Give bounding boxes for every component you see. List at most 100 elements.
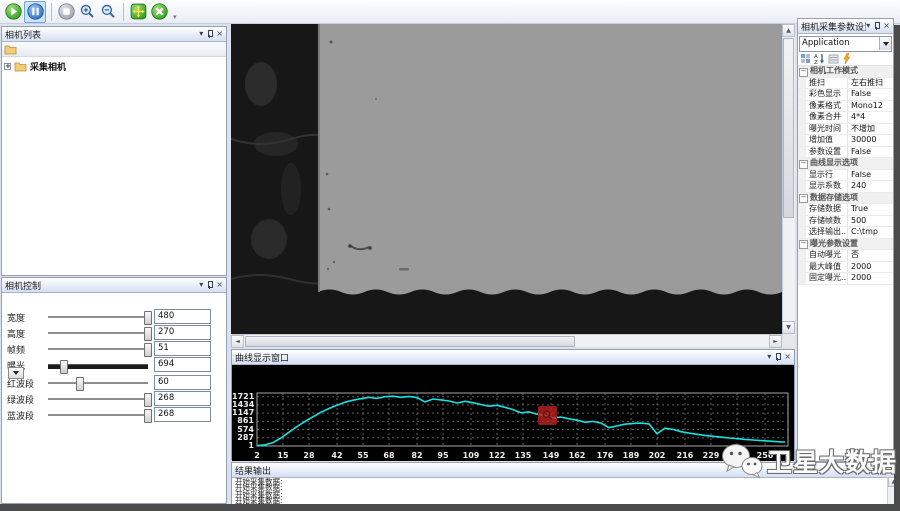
slider-thumb[interactable] — [144, 343, 152, 357]
horizontal-scrollbar[interactable]: ◄ ► — [231, 334, 782, 347]
tree-item-capture-camera[interactable]: + 采集相机 — [4, 60, 226, 73]
chevron-down-icon[interactable]: ▾ — [872, 466, 876, 474]
slider-track[interactable] — [48, 348, 148, 351]
property-value[interactable]: 左右推扫 — [848, 78, 893, 89]
pin-icon[interactable] — [880, 466, 885, 474]
chevron-down-icon[interactable]: ▾ — [199, 281, 203, 289]
close-button[interactable] — [149, 2, 169, 22]
property-pages-icon[interactable] — [828, 53, 839, 64]
close-panel-icon[interactable]: × — [883, 22, 890, 30]
sort-alphabetical-icon[interactable]: A Z — [814, 53, 825, 64]
property-category[interactable]: −数据存储选项 — [798, 193, 893, 205]
vertical-scrollbar[interactable]: ▲ ▼ — [782, 24, 795, 334]
collapse-icon[interactable]: − — [799, 194, 808, 203]
zoom-in-button[interactable] — [77, 2, 97, 22]
zoom-out-button[interactable] — [98, 2, 118, 22]
slider-track[interactable] — [48, 364, 148, 370]
property-row[interactable]: 彩色显示False — [798, 89, 893, 101]
property-value[interactable]: 240 — [848, 181, 893, 192]
slider-thumb[interactable] — [144, 393, 152, 407]
slider-value[interactable]: 270 — [154, 325, 211, 340]
slider-track[interactable] — [48, 316, 148, 319]
property-row[interactable]: 推扫左右推扫 — [798, 78, 893, 90]
slider-thumb[interactable] — [76, 377, 84, 391]
property-value[interactable]: True — [848, 204, 893, 215]
property-row[interactable]: 存储帧数500 — [798, 216, 893, 228]
property-row[interactable]: 参数设置False — [798, 147, 893, 159]
property-value[interactable]: 30000 — [848, 135, 893, 146]
property-category[interactable]: −曲线显示选项 — [798, 158, 893, 170]
red-magnifier-cursor[interactable] — [538, 406, 557, 425]
property-category[interactable]: −相机工作模式 — [798, 66, 893, 78]
play-button[interactable] — [3, 2, 23, 22]
expander-icon[interactable]: + — [4, 63, 11, 70]
combo-dropdown-button[interactable] — [879, 37, 891, 50]
chevron-down-icon[interactable]: ▾ — [866, 22, 870, 30]
slider-value[interactable]: 268 — [154, 391, 211, 406]
close-panel-icon[interactable]: × — [216, 281, 223, 289]
slider-value[interactable]: 268 — [154, 407, 211, 422]
pin-icon[interactable] — [874, 22, 879, 30]
slider-track[interactable] — [48, 398, 148, 401]
pause-button[interactable] — [24, 1, 46, 23]
property-value[interactable]: 4*4 — [848, 112, 893, 123]
property-row[interactable]: 存储数据True — [798, 204, 893, 216]
scroll-left-icon[interactable]: ◄ — [231, 335, 244, 348]
property-row[interactable]: 自动曝光否 — [798, 250, 893, 262]
slider-value[interactable]: 60 — [154, 375, 211, 390]
categorize-icon[interactable] — [800, 53, 811, 64]
slider-thumb[interactable] — [144, 311, 152, 325]
pin-icon[interactable] — [775, 353, 780, 361]
slider-track[interactable] — [48, 332, 148, 335]
curve-chart[interactable]: 1721143411478615742871215284255688295109… — [232, 365, 794, 461]
camera-image[interactable] — [231, 24, 782, 334]
chevron-down-icon[interactable]: ▾ — [767, 353, 771, 361]
property-row[interactable]: 像素合并4*4 — [798, 112, 893, 124]
property-value[interactable]: 2000 — [848, 262, 893, 273]
fit-view-button[interactable] — [128, 2, 148, 22]
property-value[interactable]: 不增加 — [848, 124, 893, 135]
pin-icon[interactable] — [207, 281, 212, 289]
property-row[interactable]: 像素格式Mono12 — [798, 101, 893, 113]
slider-track[interactable] — [48, 382, 148, 385]
property-value[interactable]: False — [848, 89, 893, 100]
property-value[interactable]: Mono12 — [848, 101, 893, 112]
collapse-icon[interactable]: − — [799, 160, 808, 169]
component-selector[interactable]: Application — [799, 36, 892, 52]
scroll-right-icon[interactable]: ► — [769, 335, 782, 348]
toolbar-overflow-icon[interactable]: ▾ — [173, 13, 177, 23]
property-value[interactable]: 500 — [848, 216, 893, 227]
property-value[interactable]: False — [848, 170, 893, 181]
collapse-icon[interactable]: − — [799, 68, 808, 77]
events-lightning-icon[interactable] — [842, 53, 852, 64]
slider-track[interactable] — [48, 414, 148, 417]
hscroll-thumb[interactable] — [245, 336, 575, 347]
property-value[interactable]: C:\tmp — [848, 227, 893, 238]
property-row[interactable]: 最大峰值2000 — [798, 262, 893, 274]
property-row[interactable]: 显示行False — [798, 170, 893, 182]
close-panel-icon[interactable]: × — [216, 30, 223, 38]
property-value[interactable]: 否 — [848, 250, 893, 261]
slider-value[interactable]: 51 — [154, 341, 211, 356]
property-row[interactable]: 固定曝光...2000 — [798, 273, 893, 285]
property-row[interactable]: 选择输出...C:\tmp — [798, 227, 893, 239]
folder-icon[interactable] — [4, 44, 17, 55]
property-category[interactable]: −曝光参数设置 — [798, 239, 893, 251]
vscroll-thumb[interactable] — [783, 38, 794, 218]
scroll-up-icon[interactable]: ▲ — [782, 24, 795, 37]
property-value[interactable]: 2000 — [848, 273, 893, 284]
scroll-down-icon[interactable]: ▼ — [782, 321, 795, 334]
chevron-down-icon[interactable]: ▾ — [199, 30, 203, 38]
slider-value[interactable]: 480 — [154, 309, 211, 324]
property-value[interactable]: False — [848, 147, 893, 158]
property-row[interactable]: 曝光时间不增加 — [798, 124, 893, 136]
slider-thumb[interactable] — [60, 360, 68, 374]
close-panel-icon[interactable]: × — [784, 353, 791, 361]
pin-icon[interactable] — [207, 30, 212, 38]
slider-value[interactable]: 694 — [154, 357, 211, 372]
property-row[interactable]: 增加值30000 — [798, 135, 893, 147]
slider-thumb[interactable] — [144, 327, 152, 341]
property-row[interactable]: 显示系数240 — [798, 181, 893, 193]
slider-thumb[interactable] — [144, 409, 152, 423]
collapse-icon[interactable]: − — [799, 240, 808, 249]
